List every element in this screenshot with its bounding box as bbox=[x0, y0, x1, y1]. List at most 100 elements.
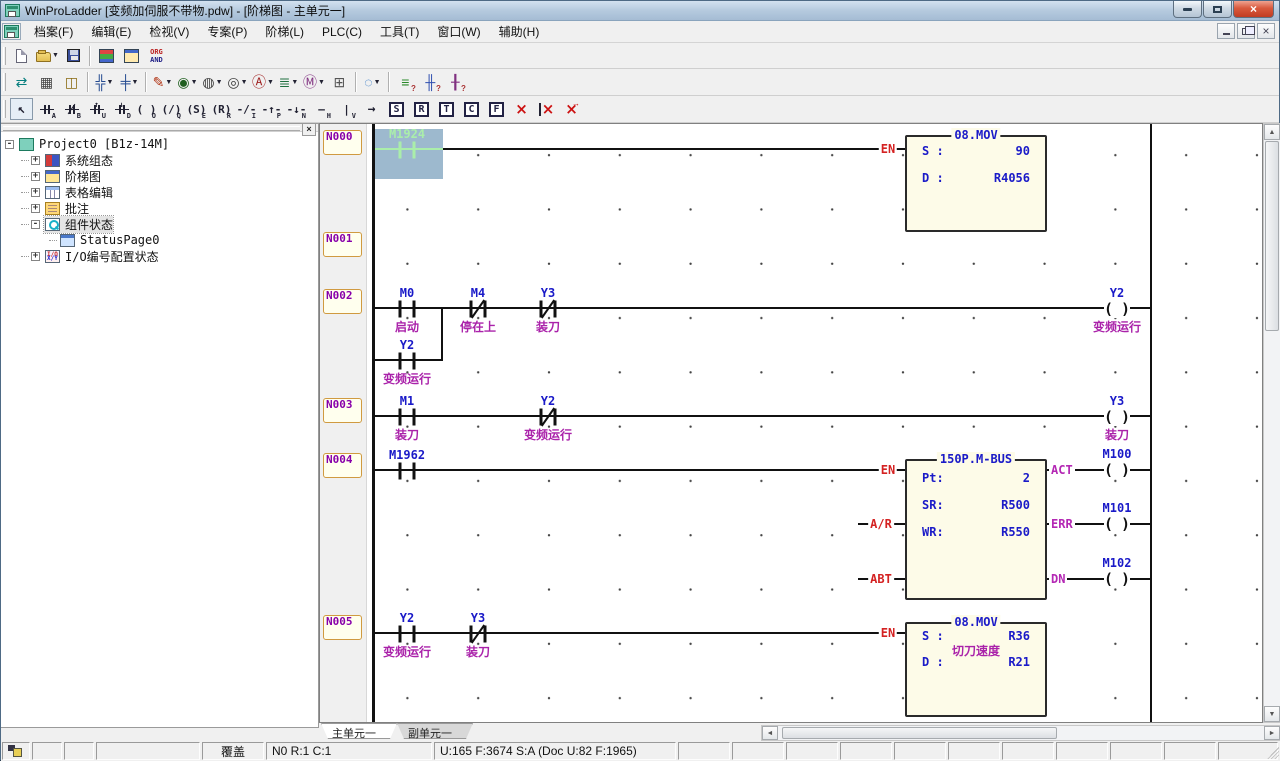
tree-item-io-config[interactable]: + I/O编号配置状态 bbox=[5, 248, 316, 264]
network-label-n000[interactable]: N000 bbox=[323, 130, 362, 155]
calculator-button[interactable]: ⊞ bbox=[328, 71, 351, 93]
menu-plc[interactable]: PLC(C) bbox=[313, 22, 371, 42]
select-tool[interactable]: ↖ bbox=[10, 98, 33, 120]
falling-edge-tool[interactable]: -↓-N bbox=[285, 98, 308, 120]
save-button[interactable] bbox=[62, 45, 85, 67]
menu-edit[interactable]: 编辑(E) bbox=[82, 20, 140, 43]
tag-m-button[interactable]: Ⓜ▼ bbox=[302, 71, 326, 93]
function-tool[interactable]: F bbox=[485, 98, 508, 120]
contact-y2-nc[interactable]: Y2 变频运行 bbox=[510, 390, 586, 444]
tree-item-component-status[interactable]: - 组件状态 bbox=[5, 216, 316, 232]
goto-tool[interactable]: → bbox=[360, 98, 383, 120]
open-dropdown-icon[interactable]: ▼ bbox=[52, 52, 59, 59]
mdi-minimize-button[interactable] bbox=[1217, 23, 1235, 39]
coil-reset-tool[interactable]: (R)R bbox=[210, 98, 233, 120]
network-manage-button[interactable]: ╬▼ bbox=[93, 71, 116, 93]
tree-close-button[interactable]: × bbox=[302, 123, 316, 136]
network-label-n005[interactable]: N005 bbox=[323, 615, 362, 640]
ladder-canvas[interactable]: N000 N001 N002 N003 N004 N005 bbox=[319, 123, 1263, 723]
tab-sub-unit[interactable]: 副单元一 bbox=[397, 723, 473, 739]
menu-view[interactable]: 检视(V) bbox=[140, 20, 198, 43]
tag-a-button[interactable]: Ⓐ▼ bbox=[251, 71, 275, 93]
expand-box[interactable]: + bbox=[31, 204, 40, 213]
step-ladder-tool[interactable]: S bbox=[385, 98, 408, 120]
coil-not-tool[interactable]: (/)Q bbox=[160, 98, 183, 120]
contact-m0[interactable]: M0 启动 bbox=[369, 282, 445, 336]
expand-box[interactable]: - bbox=[5, 140, 14, 149]
maximize-button[interactable] bbox=[1203, 1, 1232, 18]
close-button[interactable]: × bbox=[1233, 1, 1274, 18]
tab-main-unit[interactable]: 主单元一 bbox=[321, 723, 397, 739]
mdi-close-button[interactable]: × bbox=[1257, 23, 1275, 39]
contact-m4[interactable]: M4 停在上 bbox=[440, 282, 516, 336]
dropdown-icon[interactable]: ▼ bbox=[131, 79, 138, 86]
menu-window[interactable]: 窗口(W) bbox=[428, 20, 489, 43]
menu-tool[interactable]: 工具(T) bbox=[371, 20, 428, 43]
contact-y3[interactable]: Y3 装刀 bbox=[510, 282, 586, 336]
timer-tool[interactable]: T bbox=[435, 98, 458, 120]
motor-stop-button[interactable]: ◍▼ bbox=[201, 71, 224, 93]
ladder-window-button[interactable] bbox=[120, 45, 143, 67]
mdi-restore-button[interactable] bbox=[1237, 23, 1255, 39]
toolbar-grip[interactable] bbox=[3, 100, 6, 118]
delete-column-tool[interactable]: × bbox=[535, 98, 558, 120]
coil-set-tool[interactable]: (S)E bbox=[185, 98, 208, 120]
status-list-button[interactable]: ≣▼ bbox=[277, 71, 300, 93]
toolbar-grip[interactable] bbox=[3, 47, 6, 65]
contact-rising-tool[interactable]: ↑U bbox=[85, 98, 108, 120]
contact-falling-tool[interactable]: ↓D bbox=[110, 98, 133, 120]
scroll-right-button[interactable]: ► bbox=[1264, 726, 1280, 740]
coil-y3[interactable]: Y3 装刀 bbox=[1079, 390, 1155, 444]
contact-nc-tool[interactable]: B bbox=[60, 98, 83, 120]
expand-box[interactable]: - bbox=[31, 220, 40, 229]
dropdown-icon[interactable]: ▼ bbox=[374, 79, 381, 86]
step-return-tool[interactable]: R bbox=[410, 98, 433, 120]
io-transfer-button[interactable]: ⇄ bbox=[10, 71, 33, 93]
scroll-down-button[interactable]: ▼ bbox=[1264, 706, 1280, 722]
toolbar-grip[interactable] bbox=[3, 73, 6, 91]
offline-simulation-button[interactable]: ▦ bbox=[35, 71, 58, 93]
document-icon[interactable] bbox=[4, 25, 19, 38]
network-query-button[interactable]: ╫? bbox=[419, 71, 442, 93]
vertical-scroll-thumb[interactable] bbox=[1265, 141, 1279, 331]
dropdown-icon[interactable]: ▼ bbox=[318, 79, 325, 86]
zoom-find-button[interactable]: ◌▼ bbox=[361, 71, 384, 93]
tree-item-ladder-diagram[interactable]: + 阶梯图 bbox=[5, 168, 316, 184]
dropdown-icon[interactable]: ▼ bbox=[291, 79, 298, 86]
dropdown-icon[interactable]: ▼ bbox=[165, 79, 172, 86]
contact-y2-branch[interactable]: Y2 变频运行 bbox=[369, 334, 445, 388]
network-label-n001[interactable]: N001 bbox=[323, 232, 362, 257]
dropdown-icon[interactable]: ▼ bbox=[267, 79, 274, 86]
contact-m1962[interactable]: M1962 bbox=[369, 444, 445, 498]
dropdown-icon[interactable]: ▼ bbox=[191, 79, 198, 86]
ladder-edit-button[interactable]: ╪▼ bbox=[118, 71, 141, 93]
open-file-button[interactable]: ▼ bbox=[35, 45, 60, 67]
tree-item-table-edit[interactable]: + 表格编辑 bbox=[5, 184, 316, 200]
menu-project[interactable]: 专案(P) bbox=[198, 20, 256, 43]
expand-box[interactable]: + bbox=[31, 156, 40, 165]
expand-box[interactable]: + bbox=[31, 188, 40, 197]
function-block-mov-2[interactable]: 08.MOV S :R36 切刀速度 D :R21 bbox=[905, 622, 1047, 717]
delete-row-tool[interactable]: ×→ bbox=[560, 98, 583, 120]
menu-file[interactable]: 档案(F) bbox=[25, 20, 82, 43]
motor-run-button[interactable]: ◎▼ bbox=[226, 71, 249, 93]
status-table-button[interactable] bbox=[95, 45, 118, 67]
tree-panel-grip[interactable]: × bbox=[1, 124, 318, 132]
coil-m101[interactable]: M101 bbox=[1079, 497, 1155, 551]
vline-tool[interactable]: |V bbox=[335, 98, 358, 120]
contact-m1924[interactable]: M1924 bbox=[369, 123, 445, 177]
network-label-n004[interactable]: N004 bbox=[323, 453, 362, 478]
horizontal-scrollbar[interactable]: ◄ ► bbox=[761, 725, 1280, 741]
vertical-scrollbar[interactable]: ▲ ▼ bbox=[1263, 123, 1280, 723]
contact-m1[interactable]: M1 装刀 bbox=[369, 390, 445, 444]
coil-m102[interactable]: M102 bbox=[1079, 552, 1155, 606]
new-file-button[interactable] bbox=[10, 45, 33, 67]
expand-box[interactable]: + bbox=[31, 252, 40, 261]
scroll-up-button[interactable]: ▲ bbox=[1264, 124, 1280, 140]
coil-y2[interactable]: Y2 变频运行 bbox=[1079, 282, 1155, 336]
tree-item-status-page[interactable]: StatusPage0 bbox=[5, 232, 316, 248]
element-edit-button[interactable]: ✎▼ bbox=[151, 71, 174, 93]
delete-element-tool[interactable]: × bbox=[510, 98, 533, 120]
hline-tool[interactable]: —H bbox=[310, 98, 333, 120]
minimize-button[interactable] bbox=[1173, 1, 1202, 18]
